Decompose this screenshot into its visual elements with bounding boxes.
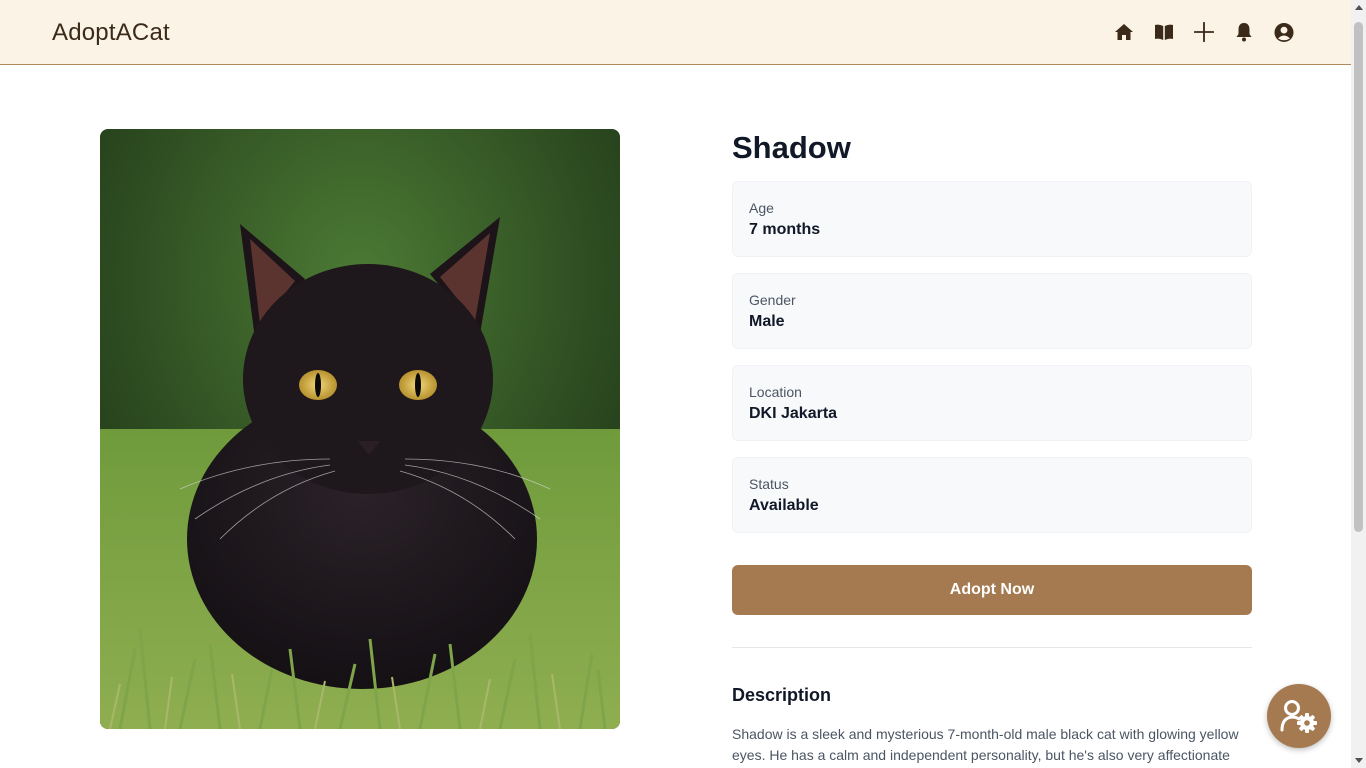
cat-photo — [100, 129, 620, 729]
info-value: 7 months — [749, 221, 821, 238]
adopt-now-button[interactable]: Adopt Now — [732, 565, 1252, 615]
user-circle-icon[interactable] — [1274, 17, 1294, 47]
scrollbar[interactable] — [1351, 0, 1366, 768]
info-label: Status — [749, 476, 789, 492]
brand-logo[interactable]: AdoptACat — [52, 19, 170, 47]
user-settings-button[interactable] — [1267, 684, 1331, 748]
scroll-down-arrow-icon[interactable] — [1351, 753, 1366, 768]
plus-icon[interactable] — [1194, 17, 1214, 47]
info-card-gender: Gender Male — [732, 273, 1252, 349]
scroll-up-arrow-icon[interactable] — [1351, 0, 1366, 15]
home-icon[interactable] — [1114, 17, 1134, 47]
cat-illustration — [100, 129, 620, 729]
scrollbar-thumb[interactable] — [1354, 22, 1363, 532]
divider — [732, 647, 1252, 648]
info-card-status: Status Available — [732, 457, 1252, 533]
info-value: DKI Jakarta — [749, 405, 838, 422]
info-label: Location — [749, 384, 802, 400]
info-card-age: Age 7 months — [732, 181, 1252, 257]
cat-name: Shadow — [732, 130, 851, 165]
bell-icon[interactable] — [1234, 17, 1254, 47]
user-settings-icon — [1280, 700, 1317, 733]
description-title: Description — [732, 685, 832, 705]
info-value: Male — [749, 313, 785, 330]
description-text: Shadow is a sleek and mysterious 7-month… — [732, 726, 1239, 763]
info-value: Available — [749, 497, 819, 514]
info-card-location: Location DKI Jakarta — [732, 365, 1252, 441]
navbar: AdoptACat — [0, 0, 1351, 65]
info-label: Age — [749, 200, 774, 216]
info-label: Gender — [749, 292, 796, 308]
nav-icons — [1114, 17, 1294, 47]
book-icon[interactable] — [1154, 17, 1174, 47]
